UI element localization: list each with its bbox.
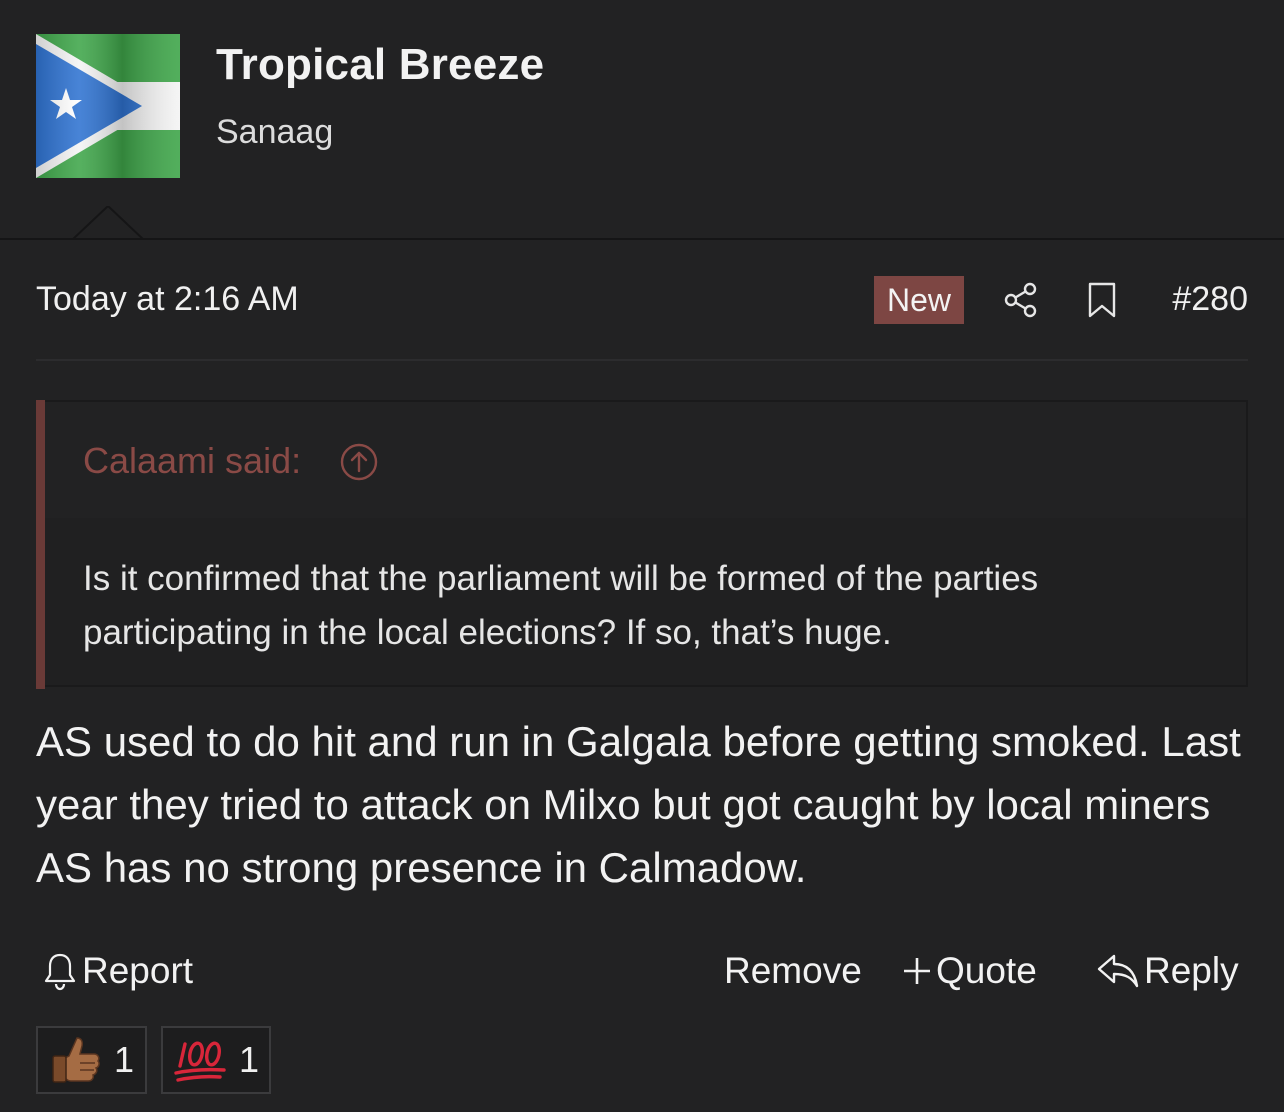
remove-button[interactable]: Remove <box>724 950 862 992</box>
bookmark-icon[interactable] <box>1087 282 1117 318</box>
arrow-up-circle-icon[interactable] <box>339 442 379 482</box>
quote-header: Calaami said: <box>45 402 1246 518</box>
post-actions: Report Remove Quote Reply <box>36 950 1248 1000</box>
post-date[interactable]: Today at 2:16 AM <box>36 280 299 319</box>
reply-arrow-icon <box>1097 954 1139 988</box>
quote-accent-bar <box>36 400 45 689</box>
quote-author[interactable]: Calaami said: <box>83 440 301 482</box>
meta-divider <box>36 359 1248 361</box>
thumbs-up-icon <box>52 1037 100 1083</box>
username[interactable]: Tropical Breeze <box>216 40 544 90</box>
new-badge: New <box>874 276 964 324</box>
quote-button[interactable]: Quote <box>902 950 1037 992</box>
reply-label: Reply <box>1144 950 1239 991</box>
reaction-count: 1 <box>239 1039 260 1080</box>
report-button[interactable]: Report <box>42 950 193 992</box>
reaction-thumbs-up[interactable]: 1 <box>36 1026 147 1094</box>
flag-avatar-icon[interactable] <box>36 34 180 178</box>
post-number[interactable]: #280 <box>1172 280 1248 319</box>
reaction-count: 1 <box>114 1039 135 1080</box>
post-page: Tropical Breeze Sanaag Today at 2:16 AM … <box>0 0 1284 1112</box>
share-icon[interactable] <box>1003 282 1039 318</box>
remove-label: Remove <box>724 950 862 991</box>
quote-text: Is it confirmed that the parliament will… <box>83 559 1039 652</box>
hundred-points-icon <box>174 1041 226 1082</box>
quote-block: Calaami said: Is it confirmed that the p… <box>36 400 1248 689</box>
quote-label: Quote <box>936 950 1037 991</box>
post-user-header: Tropical Breeze Sanaag <box>0 0 1284 240</box>
report-label: Report <box>82 950 194 991</box>
header-pointer <box>72 206 144 240</box>
user-title: Sanaag <box>216 113 334 151</box>
bell-icon <box>44 953 76 991</box>
header-divider <box>0 238 1284 240</box>
reply-button[interactable]: Reply <box>1096 950 1239 992</box>
reaction-hundred[interactable]: 1 <box>161 1026 271 1094</box>
post-body: AS used to do hit and run in Galgala bef… <box>36 718 1241 891</box>
plus-icon <box>904 958 930 984</box>
post-meta: Today at 2:16 AM New #280 <box>36 270 1248 330</box>
